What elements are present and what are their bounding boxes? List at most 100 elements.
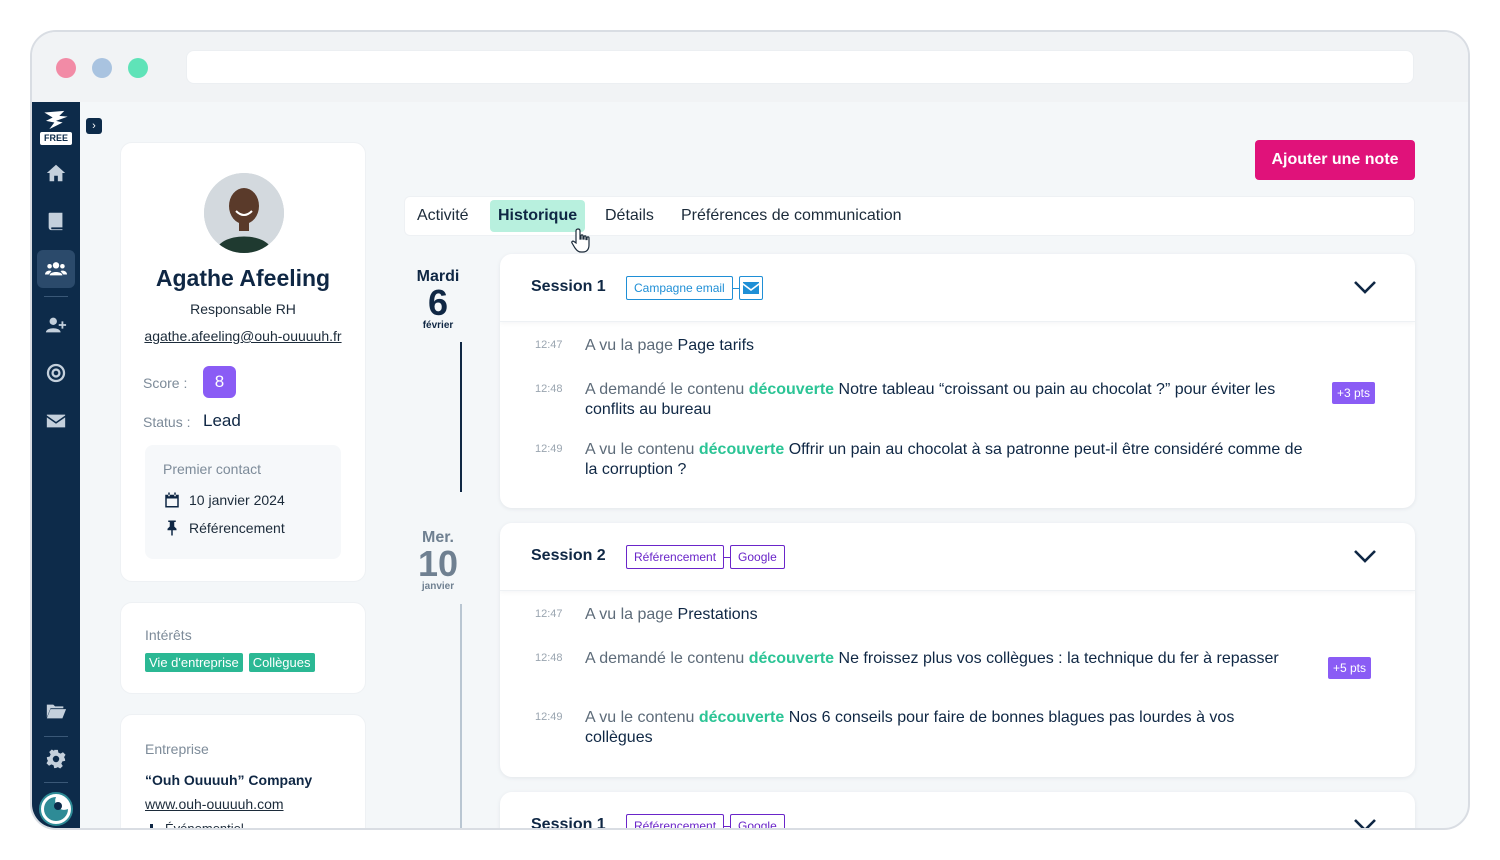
person-photo-icon [204, 173, 284, 253]
gear-icon [46, 749, 66, 769]
event-verb: A vu le contenu [585, 709, 695, 726]
sidebar-item-contacts[interactable] [37, 250, 75, 288]
sidebar-item-campaigns[interactable] [37, 354, 75, 392]
chevron-down-icon[interactable] [1353, 816, 1377, 830]
account-avatar[interactable] [39, 792, 73, 826]
event-target-link[interactable]: Page tarifs [678, 337, 754, 354]
event-text: A vu la page Page tarifs [585, 336, 1305, 356]
folder-icon [46, 704, 67, 719]
chart-bars-icon [150, 824, 153, 828]
interests-title: Intérêts [145, 627, 192, 643]
home-icon [46, 164, 66, 182]
tab-activity[interactable]: Activité [409, 200, 477, 232]
company-card: Entreprise “Ouh Ouuuuh” Company www.ouh-… [120, 714, 366, 830]
pin-icon [167, 520, 177, 536]
book-icon [48, 212, 63, 231]
event-verb: A vu la page [585, 337, 674, 354]
company-website-link[interactable]: www.ouh-ouuuuh.com [145, 796, 284, 812]
session-title: Session 2 [531, 547, 606, 564]
event-verb: A demandé le contenu [585, 381, 745, 398]
event-keyword: découverte [748, 381, 835, 398]
close-window-button[interactable] [56, 58, 76, 78]
event-verb: A demandé le contenu [585, 650, 745, 667]
interests-card: Intérêts Vie d'entreprise Collègues [120, 602, 366, 694]
browser-chrome [32, 32, 1468, 102]
session-card: Session 1 Campagne email 12:47 A vu la p… [500, 254, 1415, 508]
event-target-link[interactable]: Ne froissez plus vos collègues : la tech… [839, 650, 1279, 667]
first-contact-source: Référencement [189, 520, 285, 536]
maximize-window-button[interactable] [128, 58, 148, 78]
session-channel-tag: Google [730, 814, 785, 828]
event-time: 12:49 [535, 443, 563, 455]
sidebar-item-files[interactable] [37, 692, 75, 730]
event-text: A vu le contenu découverte Offrir un pai… [585, 440, 1305, 480]
event-text: A vu la page Prestations [585, 605, 1305, 625]
company-name: “Ouh Ouuuuh” Company [145, 772, 313, 788]
app-logo[interactable]: FREE [38, 106, 74, 148]
contact-profile-card: Agathe Afeeling Responsable RH agathe.af… [120, 142, 366, 582]
plan-badge: FREE [40, 132, 72, 145]
bird-logo-icon [44, 110, 68, 130]
contact-name: Agathe Afeeling [155, 265, 331, 291]
interest-tag[interactable]: Collègues [248, 653, 315, 672]
sidebar-item-settings[interactable] [37, 740, 75, 778]
event-text: A demandé le contenu découverte Ne frois… [585, 649, 1305, 669]
session-header[interactable]: Session 1 Campagne email [500, 254, 1415, 322]
first-contact-date-row: 10 janvier 2024 [163, 491, 285, 509]
minimize-window-button[interactable] [92, 58, 112, 78]
sidebar-toggle-button[interactable]: › [86, 118, 102, 134]
event-target-link[interactable]: Prestations [678, 606, 758, 623]
sidebar-item-library[interactable] [37, 202, 75, 240]
contact-avatar [204, 173, 284, 253]
interests-tags: Vie d'entreprise Collègues [145, 653, 315, 672]
sidebar-item-home[interactable] [37, 154, 75, 192]
sidebar-item-add-contact[interactable] [37, 306, 75, 344]
date-day: 10 [417, 543, 459, 584]
sidebar-divider [44, 782, 68, 783]
event-time: 12:47 [535, 608, 563, 620]
company-sector: Événementiel [165, 821, 244, 830]
status-value: Lead [203, 411, 241, 430]
address-bar[interactable] [186, 50, 1414, 84]
event-time: 12:48 [535, 383, 563, 395]
tab-communication-preferences[interactable]: Préférences de communication [673, 200, 910, 232]
browser-window: FREE › Agathe Afeeling Responsable RH ag… [30, 30, 1470, 830]
sidebar: FREE [32, 102, 80, 828]
mail-icon [46, 414, 66, 428]
session-tags: Référencement Google [626, 814, 785, 828]
timeline-date: Mardi 6 février [408, 268, 468, 331]
score-label: Score : [143, 375, 188, 391]
hand-cursor-icon [571, 228, 590, 253]
first-contact-title: Premier contact [163, 461, 262, 477]
session-title: Session 1 [531, 816, 606, 830]
session-tags: Référencement Google [626, 545, 785, 569]
session-header[interactable]: Session 2 Référencement Google [500, 523, 1415, 591]
date-day: 6 [427, 282, 449, 323]
event-text: A vu le contenu découverte Nos 6 conseil… [585, 708, 1305, 748]
status-label: Status : [143, 414, 191, 430]
add-user-icon [45, 317, 67, 333]
points-badge: +5 pts [1327, 657, 1371, 679]
tab-details[interactable]: Détails [597, 200, 662, 232]
session-header[interactable]: Session 1 Référencement Google [500, 792, 1415, 830]
sidebar-item-emails[interactable] [37, 402, 75, 440]
target-icon [46, 363, 66, 383]
timeline-date: Mer. 10 janvier [408, 529, 468, 592]
contact-email-link[interactable]: agathe.afeeling@ouh-ouuuuh.fr [121, 328, 365, 344]
add-note-button[interactable]: Ajouter une note [1255, 140, 1415, 180]
session-card: Session 1 Référencement Google [500, 792, 1415, 830]
event-time: 12:49 [535, 711, 563, 723]
event-text: A demandé le contenu découverte Notre ta… [585, 380, 1305, 420]
account-logo-icon [42, 795, 70, 823]
session-channel-tag: Google [730, 545, 785, 569]
score-badge: 8 [203, 366, 236, 398]
session-source-tag: Campagne email [626, 276, 733, 300]
event-verb: A vu le contenu [585, 441, 695, 458]
event-verb: A vu la page [585, 606, 674, 623]
session-source-tag: Référencement [626, 814, 725, 828]
chevron-down-icon[interactable] [1353, 547, 1377, 565]
interest-tag[interactable]: Vie d'entreprise [145, 653, 243, 672]
tag-connector [732, 287, 739, 289]
session-title: Session 1 [531, 278, 606, 295]
chevron-down-icon[interactable] [1353, 278, 1377, 296]
